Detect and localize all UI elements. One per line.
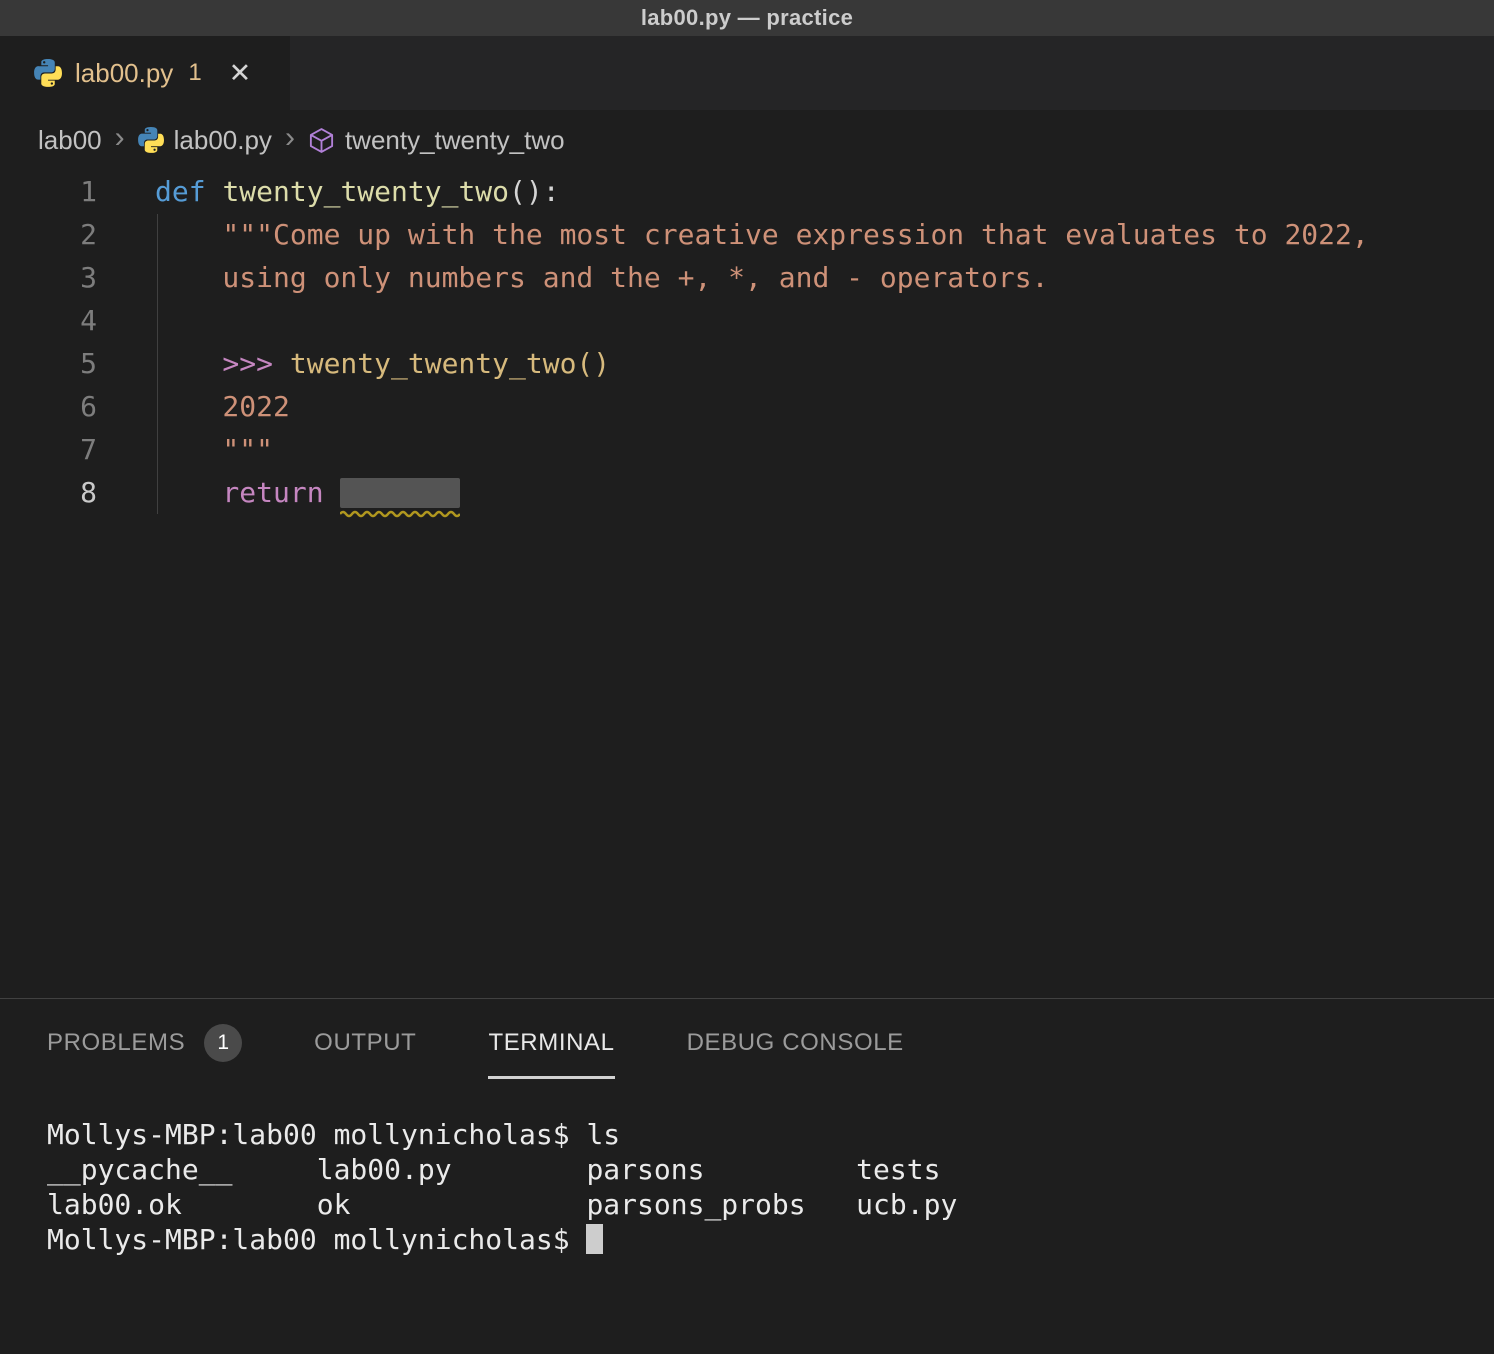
tab-filename: lab00.py: [75, 58, 173, 89]
breadcrumb-symbol[interactable]: twenty_twenty_two: [308, 125, 565, 156]
line-number: 8: [0, 471, 155, 514]
code-text: [155, 299, 1494, 342]
code-line: 2 """Come up with the most creative expr…: [0, 213, 1494, 256]
line-number: 3: [0, 256, 155, 299]
chevron-right-icon: ›: [285, 123, 295, 157]
code-text: def twenty_twenty_two():: [155, 170, 1494, 213]
code-text: return: [155, 471, 1494, 514]
tab-output[interactable]: OUTPUT: [314, 999, 416, 1087]
code-text: >>> twenty_twenty_two(): [155, 342, 1494, 385]
code-line: 3 using only numbers and the +, *, and -…: [0, 256, 1494, 299]
symbol-namespace-icon: [308, 127, 335, 154]
tab-label: PROBLEMS: [47, 1029, 185, 1057]
chevron-right-icon: ›: [115, 123, 125, 157]
code-line: 4: [0, 299, 1494, 342]
tab-terminal[interactable]: TERMINAL: [488, 999, 614, 1087]
breadcrumb: lab00 › lab00.py › twenty_twenty_two: [0, 110, 1494, 170]
tab-label: TERMINAL: [488, 1029, 614, 1057]
terminal[interactable]: Mollys-MBP:lab00 mollynicholas$ ls __pyc…: [0, 1087, 1494, 1257]
python-icon: [34, 59, 62, 87]
terminal-cursor: [586, 1224, 603, 1254]
selected-blank: [340, 478, 460, 508]
window-title: lab00.py — practice: [641, 5, 853, 31]
code-line: 7 """: [0, 428, 1494, 471]
tab-label: DEBUG CONSOLE: [687, 1029, 904, 1057]
tab-debug-console[interactable]: DEBUG CONSOLE: [687, 999, 904, 1087]
line-number: 7: [0, 428, 155, 471]
editor-tab-lab00[interactable]: lab00.py 1 ✕: [0, 36, 290, 110]
code-line: 1 def twenty_twenty_two():: [0, 170, 1494, 213]
close-icon[interactable]: ✕: [229, 60, 252, 87]
code-text: using only numbers and the +, *, and - o…: [155, 256, 1494, 299]
code-line: 8 return: [0, 471, 1494, 514]
error-squiggle-icon: [340, 510, 460, 518]
terminal-line: Mollys-MBP:lab00 mollynicholas$: [47, 1222, 1494, 1257]
problems-count-badge: 1: [204, 1024, 242, 1062]
code-line: 6 2022: [0, 385, 1494, 428]
line-number: 2: [0, 213, 155, 256]
breadcrumb-file[interactable]: lab00.py: [138, 125, 272, 156]
editor-tab-bar: lab00.py 1 ✕: [0, 36, 1494, 110]
tab-problems[interactable]: PROBLEMS 1: [47, 999, 242, 1087]
tab-label: OUTPUT: [314, 1029, 416, 1057]
breadcrumb-folder[interactable]: lab00: [38, 125, 102, 156]
tab-problem-count: 1: [188, 59, 201, 87]
code-text: """Come up with the most creative expres…: [155, 213, 1494, 256]
code-text: """: [155, 428, 1494, 471]
line-number: 5: [0, 342, 155, 385]
terminal-line: __pycache__ lab00.py parsons tests: [47, 1152, 1494, 1187]
indent-guide: [157, 214, 158, 514]
code-editor[interactable]: 1 def twenty_twenty_two(): 2 """Come up …: [0, 170, 1494, 998]
terminal-line: Mollys-MBP:lab00 mollynicholas$ ls: [47, 1117, 1494, 1152]
panel-tab-bar: PROBLEMS 1 OUTPUT TERMINAL DEBUG CONSOLE: [0, 999, 1494, 1087]
line-number: 6: [0, 385, 155, 428]
line-number: 1: [0, 170, 155, 213]
code-text: 2022: [155, 385, 1494, 428]
window-titlebar: lab00.py — practice: [0, 0, 1494, 36]
code-line: 5 >>> twenty_twenty_two(): [0, 342, 1494, 385]
bottom-panel: PROBLEMS 1 OUTPUT TERMINAL DEBUG CONSOLE…: [0, 998, 1494, 1354]
line-number: 4: [0, 299, 155, 342]
python-icon: [138, 127, 164, 153]
terminal-line: lab00.ok ok parsons_probs ucb.py: [47, 1187, 1494, 1222]
